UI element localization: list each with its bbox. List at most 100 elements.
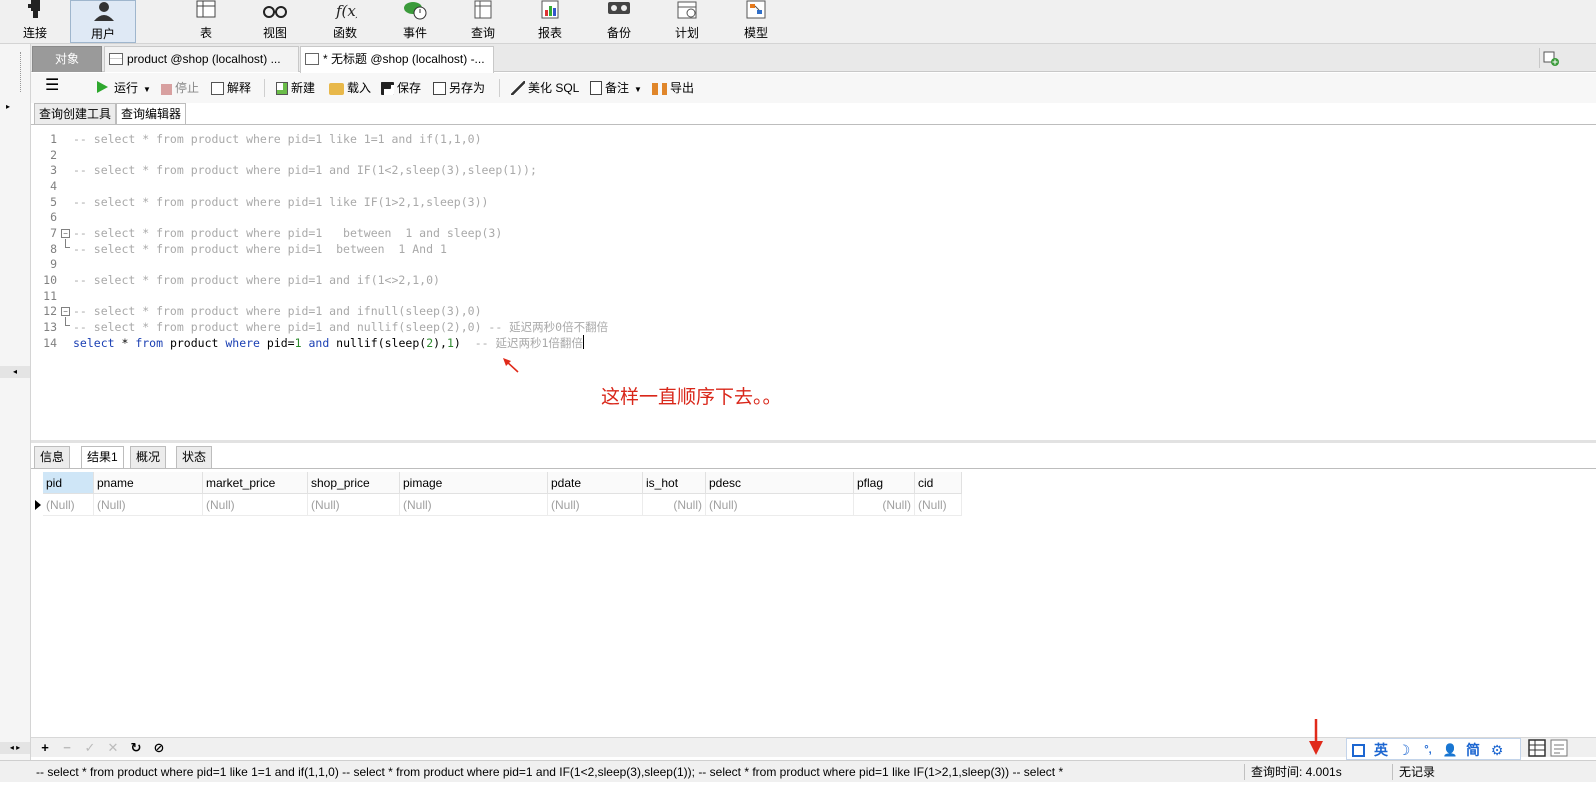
table-cell[interactable]: (Null) [203,494,308,516]
save-button[interactable]: 保存 [381,79,421,97]
punctuation-icon[interactable]: °, [1419,741,1437,759]
toolbar-view-button[interactable]: 视图 [242,0,308,43]
column-header-is-hot[interactable]: is_hot [643,472,706,494]
load-button[interactable]: 载入 [329,79,371,97]
toolbar-backup-button[interactable]: 备份 [586,0,652,43]
result-tab-divider [31,468,1596,469]
column-header-pflag[interactable]: pflag [854,472,915,494]
table-cell[interactable]: (Null) [43,494,94,516]
toolbar-report-label: 报表 [537,26,562,40]
table-cell[interactable]: (Null) [308,494,400,516]
new-query-icon [276,82,288,95]
add-record-button[interactable]: + [37,740,53,756]
table-cell[interactable]: (Null) [548,494,643,516]
toolbar-query-button[interactable]: 查询 [450,0,516,43]
table-cell[interactable]: (Null) [854,494,915,516]
menu-icon[interactable]: ☰ [45,77,59,95]
column-header-market-price[interactable]: market_price [203,472,308,494]
moon-icon[interactable]: ☽ [1395,741,1413,759]
main-toolbar: 连接 用户 表 视图 f(x) 函数 事件 查询 报表 备份 计划 模型 [0,0,1596,44]
column-header-shop-price[interactable]: shop_price [308,472,400,494]
discard-changes-button[interactable]: ✕ [105,740,121,756]
tab-untitled-query[interactable]: * 无标题 @shop (localhost) -... [300,46,494,73]
ime-simplified-toggle[interactable]: 简 [1463,741,1483,759]
sql-token: product [163,336,226,350]
stop-query-button[interactable]: ⊘ [151,740,167,756]
column-header-pdesc[interactable]: pdesc [706,472,854,494]
left-scroll-button[interactable]: ◂ ▸ [0,742,30,754]
explain-button[interactable]: 解释 [211,79,251,97]
table-icon [109,53,123,65]
annotation-text: 这样一直顺序下去。。 [601,386,782,408]
panel-collapse-button[interactable]: ◂ [0,366,30,378]
run-label: 运行 [114,81,139,95]
refresh-button[interactable]: ↻ [128,740,144,756]
tab-query-editor[interactable]: 查询编辑器 [116,103,187,125]
beautify-sql-button[interactable]: 美化 SQL [511,79,579,97]
run-dropdown-icon[interactable]: ▼ [143,85,151,94]
column-header-pdate[interactable]: pdate [548,472,643,494]
tab-query-builder[interactable]: 查询创建工具 [34,103,117,124]
tab-info[interactable]: 信息 [34,446,71,468]
toolbar-model-button[interactable]: 模型 [723,0,789,43]
sql-code-editor[interactable]: 1 -- select * from product where pid=1 li… [33,126,1596,440]
tab-objects[interactable]: 对象 [32,46,102,72]
toolbar-report-button[interactable]: 报表 [517,0,583,43]
toolbar-event-label: 事件 [402,26,427,40]
tab-profile[interactable]: 概况 [130,446,167,468]
explain-icon [211,82,224,95]
status-separator [1244,764,1245,780]
toolbar-schedule-button[interactable]: 计划 [654,0,720,43]
table-cell[interactable]: (Null) [915,494,962,516]
toolbar-user-button[interactable]: 用户 [70,0,136,43]
column-header-cid[interactable]: cid [915,472,962,494]
code-text: -- select * from product where pid=1 and… [73,320,609,334]
comment-doc-icon [590,81,602,95]
pane-splitter[interactable] [31,440,1596,443]
tree-expander[interactable]: ▸ [6,102,10,111]
text-caret [582,335,584,349]
toolbar-table-button[interactable]: 表 [173,0,239,43]
grid-view-icon[interactable] [1528,739,1546,757]
red-arrow-icon [503,358,519,373]
line-number: 10 [43,273,57,287]
run-button[interactable]: 运行 ▼ [97,79,151,97]
save-as-button[interactable]: 另存为 [433,79,485,97]
table-cell[interactable]: (Null) [400,494,548,516]
column-header-pid[interactable]: pid [43,472,94,494]
fold-guide [65,325,70,326]
table-cell[interactable]: (Null) [706,494,854,516]
fold-toggle-icon[interactable]: − [61,229,70,238]
toolbar-event-button[interactable]: 事件 [382,0,448,43]
apply-changes-button[interactable]: ✓ [82,740,98,756]
new-button[interactable]: 新建 [276,79,315,97]
stop-label: 停止 [175,81,200,95]
toolbar-function-button[interactable]: f(x) 函数 [312,0,378,43]
table-icon [196,0,216,18]
toolbar-connect-button[interactable]: 连接 [2,0,68,43]
comment-dropdown-icon[interactable]: ▼ [634,85,642,94]
tab-status[interactable]: 状态 [176,446,213,468]
table-cell[interactable]: (Null) [643,494,706,516]
folder-icon [329,83,344,95]
report-chart-icon [541,0,559,19]
tab-product-table[interactable]: product @shop (localhost) ... [104,46,299,72]
line-number: 7 [50,226,57,240]
export-button[interactable]: 导出 [652,79,694,97]
column-header-pname[interactable]: pname [94,472,203,494]
new-tab-icon[interactable] [1543,50,1559,66]
gear-icon[interactable]: ⚙ [1487,741,1507,759]
fold-toggle-icon[interactable]: − [61,307,70,316]
comment-button[interactable]: 备注 ▼ [590,79,642,97]
ime-logo-icon[interactable] [1349,741,1367,759]
column-header-pimage[interactable]: pimage [400,472,548,494]
toolbar-connect-label: 连接 [22,26,47,40]
tab-result1[interactable]: 结果1 [81,446,124,469]
ime-lang-toggle[interactable]: 英 [1371,741,1391,759]
stop-button[interactable]: 停止 [161,79,199,97]
table-cell[interactable]: (Null) [94,494,203,516]
form-view-icon[interactable] [1550,739,1568,757]
delete-record-button[interactable]: − [59,740,75,756]
document-tab-strip: 对象 product @shop (localhost) ... * 无标题 @… [31,44,1596,73]
user-icon[interactable]: 👤 [1441,741,1459,759]
